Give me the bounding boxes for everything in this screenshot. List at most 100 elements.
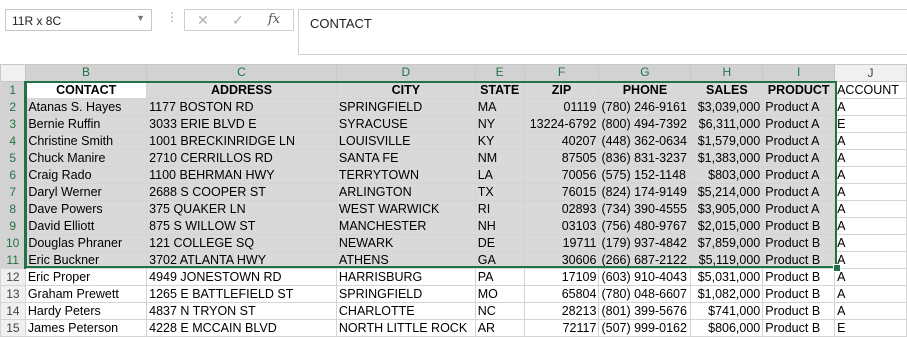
table-cell[interactable]: Product B [762,268,836,286]
table-cell[interactable]: $3,039,000 [690,98,764,116]
table-cell[interactable]: 65804 [523,285,600,303]
table-cell[interactable]: Product A [762,98,836,116]
table-cell[interactable]: Product B [762,217,836,235]
table-cell[interactable]: RI [474,200,525,218]
table-cell[interactable]: Eric Buckner [24,251,148,269]
table-cell[interactable]: 03103 [523,217,600,235]
table-cell[interactable]: 19711 [523,234,600,252]
table-cell[interactable]: Product B [762,285,836,303]
table-cell[interactable]: 1001 BRECKINRIDGE LN [146,132,337,150]
table-cell[interactable]: 3702 ATLANTA HWY [146,251,337,269]
row-header[interactable]: 15 [0,319,26,337]
table-cell[interactable]: NC [474,302,525,320]
table-cell[interactable]: PHONE [598,81,692,99]
table-cell[interactable]: Craig Rado [24,166,148,184]
table-cell[interactable]: CITY [335,81,476,99]
table-cell[interactable]: Product A [762,149,836,167]
row-header[interactable]: 2 [0,98,27,116]
table-cell[interactable]: 1177 BOSTON RD [146,98,337,116]
formula-input[interactable]: CONTACT [298,9,907,55]
select-all-corner[interactable] [0,64,26,82]
table-cell[interactable]: $6,311,000 [690,115,764,133]
table-cell[interactable]: $5,214,000 [690,183,764,201]
table-cell[interactable]: 13224-6792 [523,115,600,133]
table-cell[interactable]: 2710 CERRILLOS RD [146,149,337,167]
table-cell[interactable]: (800) 494-7392 [598,115,692,133]
row-header[interactable]: 5 [0,149,27,167]
table-cell[interactable]: $7,859,000 [690,234,764,252]
table-cell[interactable]: $1,383,000 [690,149,764,167]
table-cell[interactable]: Product B [762,234,836,252]
table-cell[interactable]: Hardy Peters [24,302,148,320]
row-header[interactable]: 11 [0,251,27,269]
table-cell[interactable]: David Elliott [24,217,148,235]
row-header[interactable]: 10 [0,234,27,252]
table-cell[interactable]: ARLINGTON [335,183,476,201]
table-cell[interactable]: MANCHESTER [335,217,476,235]
table-cell[interactable]: A [834,98,907,116]
table-cell[interactable]: $1,082,000 [690,285,764,303]
table-cell[interactable]: Product A [762,132,836,150]
table-cell[interactable]: 4228 E MCCAIN BLVD [146,319,337,337]
column-header-e[interactable]: E [474,64,525,83]
table-cell[interactable]: PA [474,268,525,286]
table-cell[interactable]: TERRYTOWN [335,166,476,184]
table-cell[interactable]: $5,119,000 [690,251,764,269]
table-cell[interactable]: (507) 999-0162 [598,319,692,337]
row-header[interactable]: 3 [0,115,27,133]
table-cell[interactable]: CHARLOTTE [335,302,476,320]
table-cell[interactable]: A [834,166,907,184]
table-cell[interactable]: ATHENS [335,251,476,269]
chevron-down-icon[interactable]: ▼ [136,13,145,23]
table-cell[interactable]: Christine Smith [24,132,148,150]
table-cell[interactable]: 72117 [523,319,600,337]
table-cell[interactable]: NH [474,217,525,235]
table-cell[interactable]: PRODUCT [762,81,836,99]
table-cell[interactable]: $741,000 [690,302,764,320]
table-cell[interactable]: Product B [762,319,836,337]
table-cell[interactable]: 40207 [523,132,600,150]
table-cell[interactable]: $2,015,000 [690,217,764,235]
table-cell[interactable]: A [834,234,907,252]
table-cell[interactable]: $5,031,000 [690,268,764,286]
table-cell[interactable]: 875 S WILLOW ST [146,217,337,235]
table-cell[interactable]: A [834,302,907,320]
column-header-i[interactable]: I [762,64,836,83]
table-cell[interactable]: Product B [762,302,836,320]
table-cell[interactable]: (780) 246-9161 [598,98,692,116]
column-header-j[interactable]: J [834,64,907,82]
table-cell[interactable]: (801) 399-5676 [598,302,692,320]
row-header[interactable]: 12 [0,268,26,286]
table-cell[interactable]: WEST WARWICK [335,200,476,218]
name-box[interactable]: 11R x 8C ▼ [5,9,152,31]
table-cell[interactable]: (266) 687-2122 [598,251,692,269]
table-cell[interactable]: MO [474,285,525,303]
table-cell[interactable]: $3,905,000 [690,200,764,218]
table-cell[interactable]: KY [474,132,525,150]
table-cell[interactable]: 70056 [523,166,600,184]
table-cell[interactable]: James Peterson [24,319,148,337]
row-header[interactable]: 14 [0,302,26,320]
column-header-b[interactable]: B [24,64,148,83]
table-cell[interactable]: MA [474,98,525,116]
table-cell[interactable]: 28213 [523,302,600,320]
table-cell[interactable]: (734) 390-4555 [598,200,692,218]
table-cell[interactable]: SPRINGFIELD [335,98,476,116]
table-cell[interactable]: SALES [690,81,764,99]
check-icon[interactable]: ✓ [232,12,244,29]
table-cell[interactable]: LOUISVILLE [335,132,476,150]
table-cell[interactable]: NEWARK [335,234,476,252]
table-cell[interactable]: DE [474,234,525,252]
table-cell[interactable]: TX [474,183,525,201]
table-cell[interactable]: NORTH LITTLE ROCK [335,319,476,337]
table-cell[interactable]: NM [474,149,525,167]
row-header[interactable]: 1 [0,81,27,99]
table-cell[interactable]: 4837 N TRYON ST [146,302,337,320]
table-cell[interactable]: 1100 BEHRMAN HWY [146,166,337,184]
table-cell[interactable]: Product A [762,183,836,201]
row-header[interactable]: 4 [0,132,27,150]
close-icon[interactable]: ✕ [197,12,209,29]
table-cell[interactable]: Product B [762,251,836,269]
table-cell[interactable]: 121 COLLEGE SQ [146,234,337,252]
table-cell[interactable]: STATE [474,81,525,99]
